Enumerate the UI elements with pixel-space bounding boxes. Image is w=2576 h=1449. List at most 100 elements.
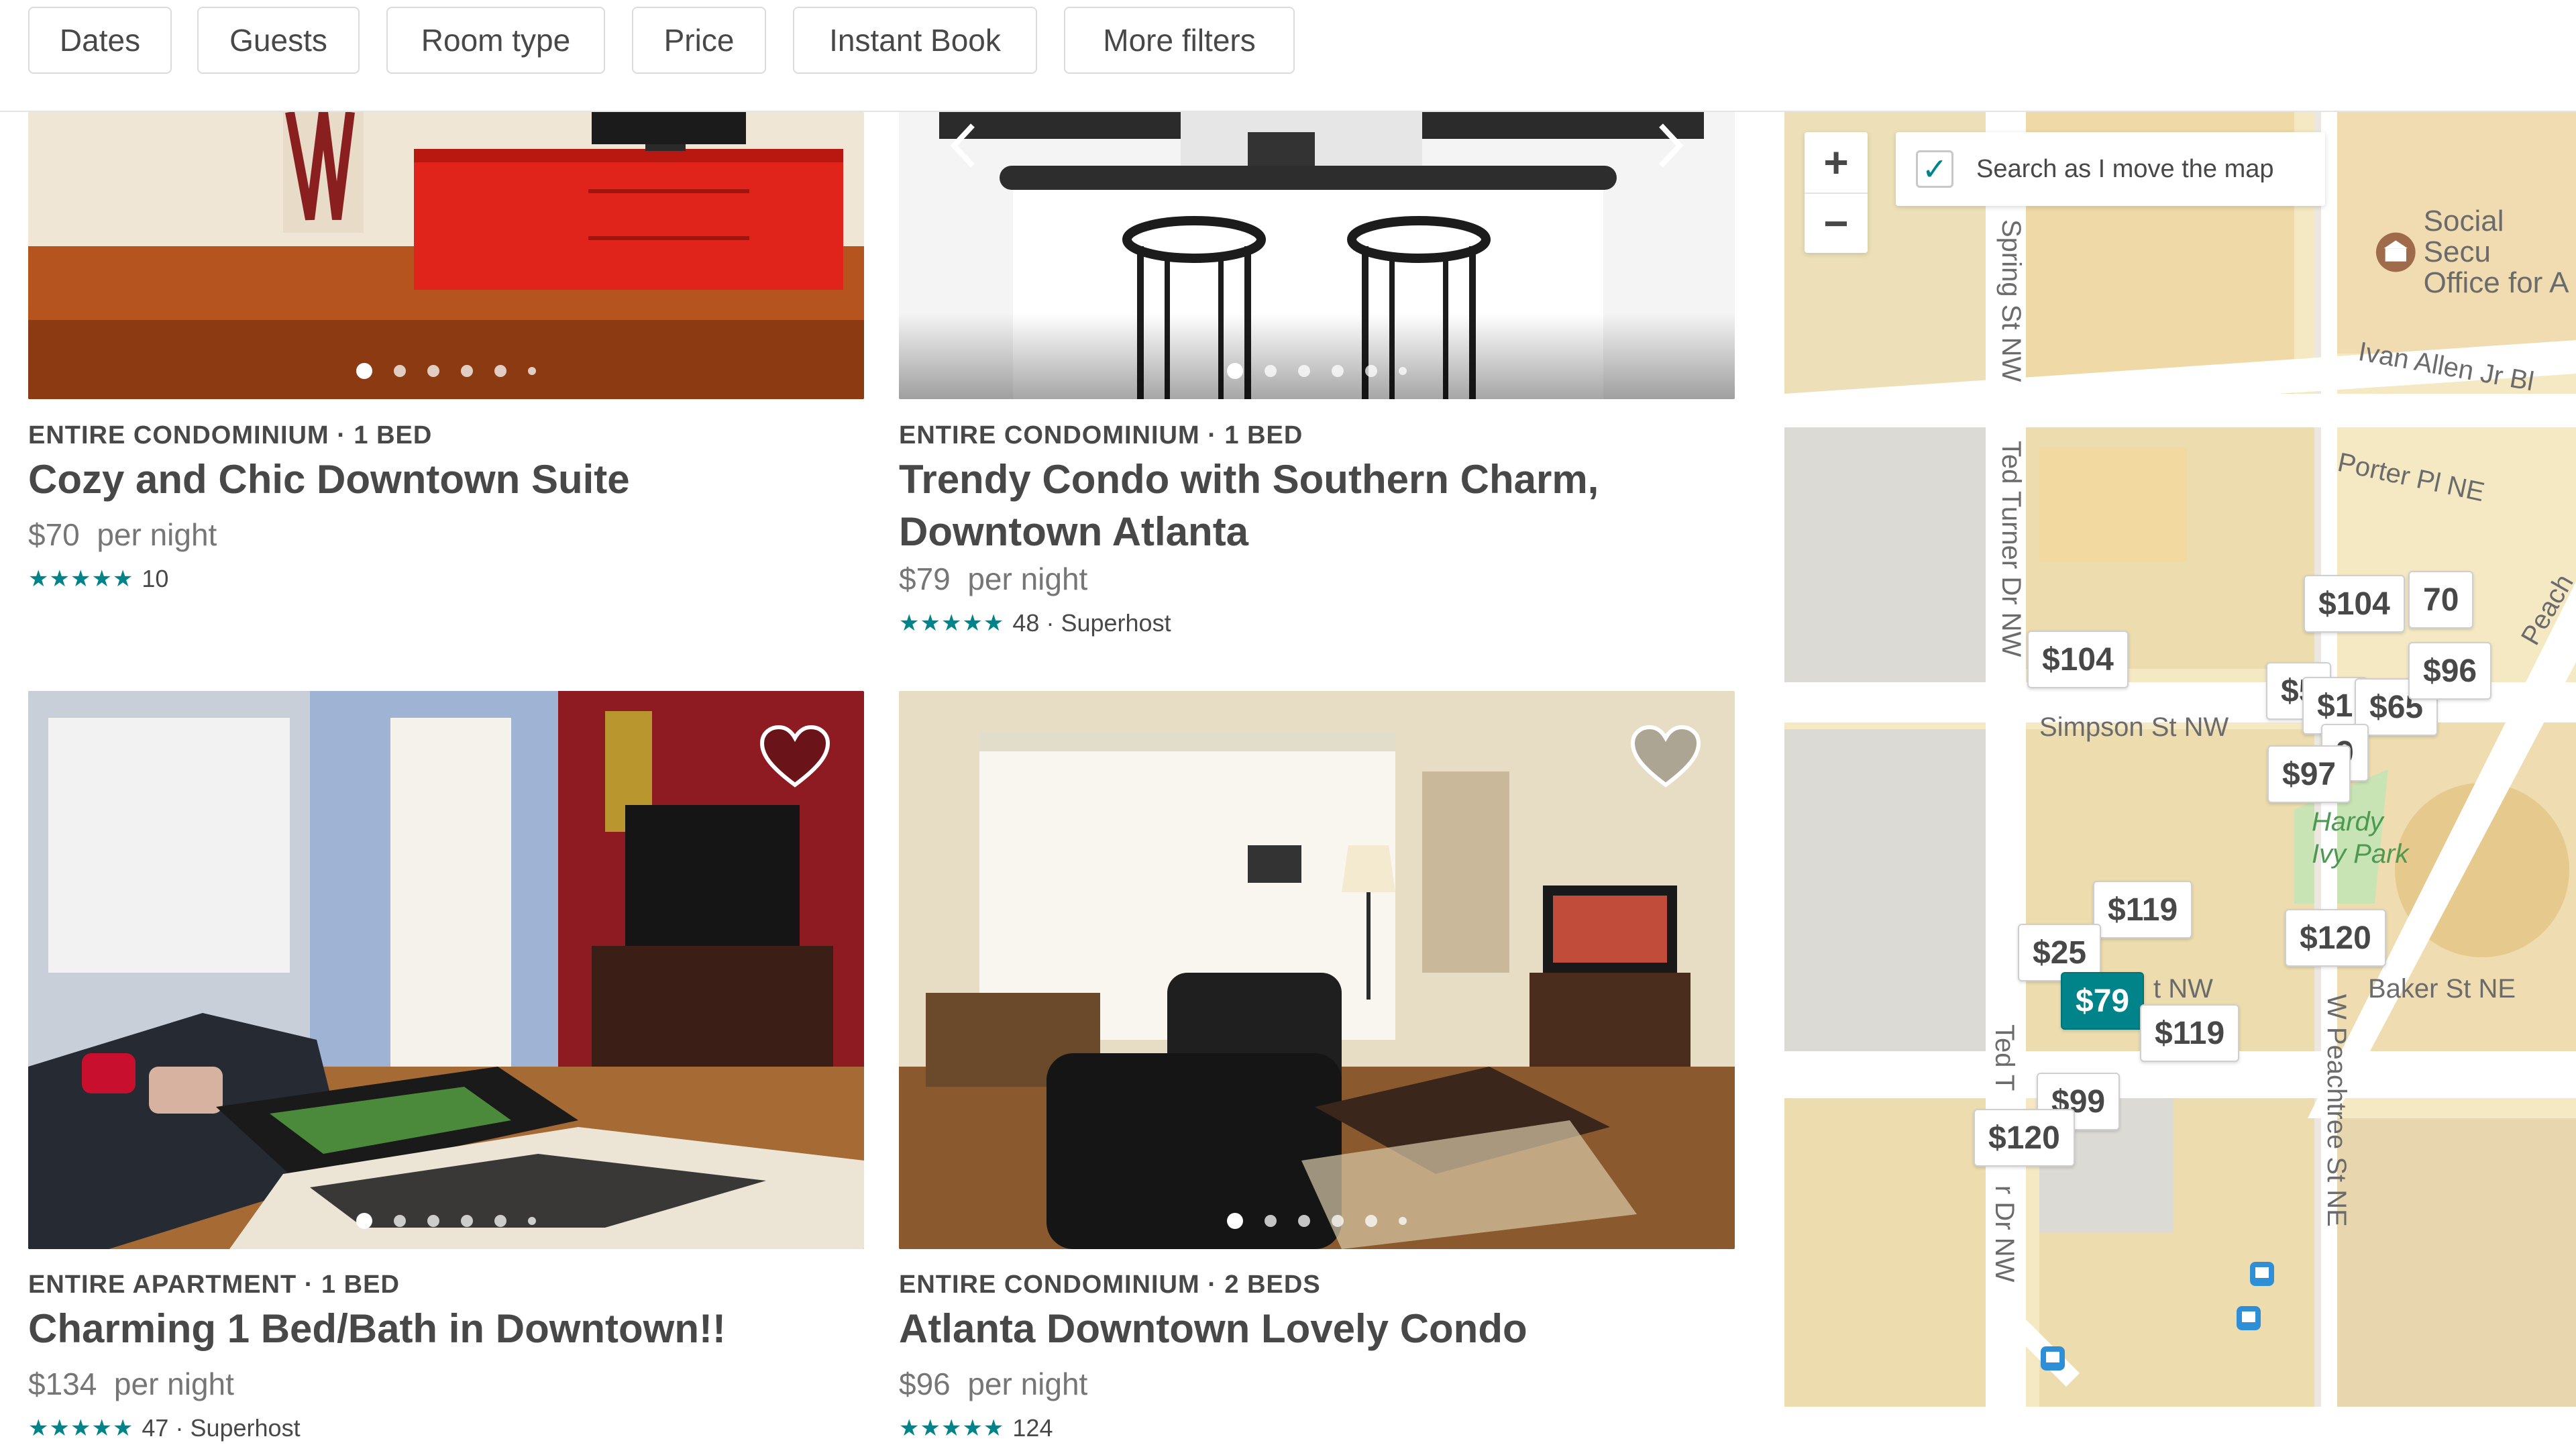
price-value: $96 — [899, 1366, 951, 1401]
price-unit: per night — [113, 1366, 234, 1401]
review-count: 124 — [1012, 1414, 1053, 1442]
carousel-dot[interactable] — [1399, 367, 1407, 375]
dates-filter-button[interactable]: Dates — [28, 7, 172, 74]
carousel-dot[interactable] — [1265, 1215, 1277, 1227]
photo-carousel-dots[interactable] — [899, 363, 1735, 379]
listing-title[interactable]: Charming 1 Bed/Bath in Downtown!! — [28, 1303, 860, 1355]
bus-stop-icon[interactable] — [2039, 1345, 2066, 1372]
carousel-dot[interactable] — [1365, 365, 1377, 377]
listing-property-type: ENTIRE APARTMENT · 1 BED — [28, 1271, 400, 1299]
listing-photo[interactable] — [28, 112, 864, 399]
listing-title[interactable]: Trendy Condo with Southern Charm, Downto… — [899, 453, 1731, 558]
star-rating-icon: ★★★★★ — [28, 1415, 134, 1441]
listing-price: $134 per night — [28, 1366, 234, 1402]
price-unit: per night — [97, 517, 217, 552]
carousel-dot[interactable] — [1265, 365, 1277, 377]
star-rating-icon: ★★★★★ — [28, 566, 134, 592]
map-price-pin[interactable]: $120 — [2285, 909, 2386, 967]
government-building-icon — [2375, 232, 2416, 272]
guests-filter-button[interactable]: Guests — [197, 7, 360, 74]
carousel-dot[interactable] — [1332, 365, 1344, 377]
condo-living-room-photo — [899, 691, 1735, 1249]
next-photo-icon[interactable] — [1641, 119, 1695, 172]
carousel-dot[interactable] — [1298, 1215, 1310, 1227]
review-count: 48 — [1012, 609, 1040, 637]
carousel-dot[interactable] — [394, 365, 406, 377]
carousel-dot[interactable] — [1298, 365, 1310, 377]
zoom-in-button[interactable]: + — [1805, 132, 1868, 193]
carousel-dot[interactable] — [528, 367, 536, 375]
save-to-wishlist-heart-icon[interactable] — [758, 723, 832, 790]
poi-name-line: Social Secu — [2423, 205, 2504, 268]
living-room-photo — [28, 112, 864, 399]
carousel-dot[interactable] — [1399, 1217, 1407, 1225]
price-filter-button[interactable]: Price — [632, 7, 766, 74]
carousel-dot[interactable] — [494, 365, 506, 377]
park-label: Hardy Ivy Park — [2312, 806, 2408, 870]
previous-photo-icon[interactable] — [939, 119, 993, 172]
map-price-pin[interactable]: $120 — [1974, 1109, 2075, 1167]
filter-bar: Dates Guests Room type Price Instant Boo… — [0, 0, 2576, 112]
social-security-office-poi[interactable]: Social Secu Office for A — [2375, 206, 2576, 299]
carousel-dot[interactable] — [528, 1217, 536, 1225]
bus-stop-icon[interactable] — [2235, 1305, 2262, 1332]
search-as-map-moves-toggle[interactable]: ✓ Search as I move the map — [1896, 132, 2325, 206]
listing-price: $70 per night — [28, 517, 217, 553]
listing-rating: ★★★★★ 10 — [28, 565, 168, 593]
listing-title-line: Downtown Atlanta — [899, 509, 1249, 554]
map-price-pin[interactable]: $119 — [2140, 1004, 2240, 1062]
street-label: W Peachtree St NE — [2322, 994, 2351, 1227]
listing-photo[interactable] — [899, 112, 1735, 399]
room-type-filter-button[interactable]: Room type — [386, 7, 605, 74]
carousel-dot[interactable] — [461, 1215, 473, 1227]
listing-title[interactable]: Atlanta Downtown Lovely Condo — [899, 1303, 1731, 1355]
street-label: Ted Turner Dr NW — [1996, 441, 2026, 657]
price-value: $79 — [899, 561, 951, 596]
map-price-pin[interactable]: $104 — [2304, 575, 2405, 633]
listing-property-type: ENTIRE CONDOMINIUM · 1 BED — [899, 421, 1303, 449]
map-price-pin[interactable]: 70 — [2408, 571, 2474, 629]
carousel-dot[interactable] — [1332, 1215, 1344, 1227]
apartment-living-room-photo — [28, 691, 864, 1249]
photo-carousel-dots[interactable] — [28, 1213, 864, 1229]
listing-price: $96 per night — [899, 1366, 1087, 1402]
carousel-dot[interactable] — [1365, 1215, 1377, 1227]
listing-price: $79 per night — [899, 561, 1087, 597]
map-price-pin-selected[interactable]: $79 — [2061, 972, 2145, 1030]
listing-rating: ★★★★★ 124 — [899, 1414, 1053, 1442]
listing-rating: ★★★★★ 47 · Superhost — [28, 1414, 301, 1442]
star-rating-icon: ★★★★★ — [899, 1415, 1005, 1441]
carousel-dot[interactable] — [461, 365, 473, 377]
save-to-wishlist-heart-icon[interactable] — [1629, 723, 1703, 790]
carousel-dot[interactable] — [1227, 363, 1243, 379]
search-as-map-moves-label: Search as I move the map — [1976, 154, 2274, 183]
listing-title-line: Trendy Condo with Southern Charm, — [899, 457, 1599, 502]
instant-book-filter-button[interactable]: Instant Book — [793, 7, 1037, 74]
listing-title[interactable]: Cozy and Chic Downtown Suite — [28, 453, 860, 506]
bus-stop-icon[interactable] — [2249, 1260, 2275, 1287]
listing-photo[interactable] — [899, 691, 1735, 1249]
street-label: Ted T — [1990, 1024, 2019, 1091]
map-price-pin[interactable]: $119 — [2093, 881, 2193, 938]
map-zoom-controls: + − — [1805, 132, 1868, 253]
kitchen-bar-photo — [899, 112, 1735, 399]
photo-carousel-dots[interactable] — [899, 1213, 1735, 1229]
carousel-dot[interactable] — [394, 1215, 406, 1227]
map-price-pin[interactable]: $97 — [2267, 745, 2351, 803]
carousel-dot[interactable] — [494, 1215, 506, 1227]
map-price-pin[interactable]: $104 — [2027, 631, 2129, 688]
street-label: r Dr NW — [1990, 1185, 2019, 1283]
listing-photo[interactable] — [28, 691, 864, 1249]
carousel-dot[interactable] — [427, 365, 439, 377]
review-count: 10 — [142, 565, 169, 592]
map-price-pin[interactable]: $96 — [2408, 642, 2492, 700]
zoom-out-button[interactable]: − — [1805, 193, 1868, 253]
carousel-dot[interactable] — [1227, 1213, 1243, 1229]
carousel-dot[interactable] — [427, 1215, 439, 1227]
search-as-map-moves-checkbox[interactable]: ✓ — [1916, 150, 1953, 188]
photo-carousel-dots[interactable] — [28, 363, 864, 379]
carousel-dot[interactable] — [356, 1213, 372, 1229]
carousel-dot[interactable] — [356, 363, 372, 379]
search-results-map[interactable]: + − ✓ Search as I move the map Social Se… — [1784, 112, 2576, 1449]
more-filters-button[interactable]: More filters — [1064, 7, 1295, 74]
